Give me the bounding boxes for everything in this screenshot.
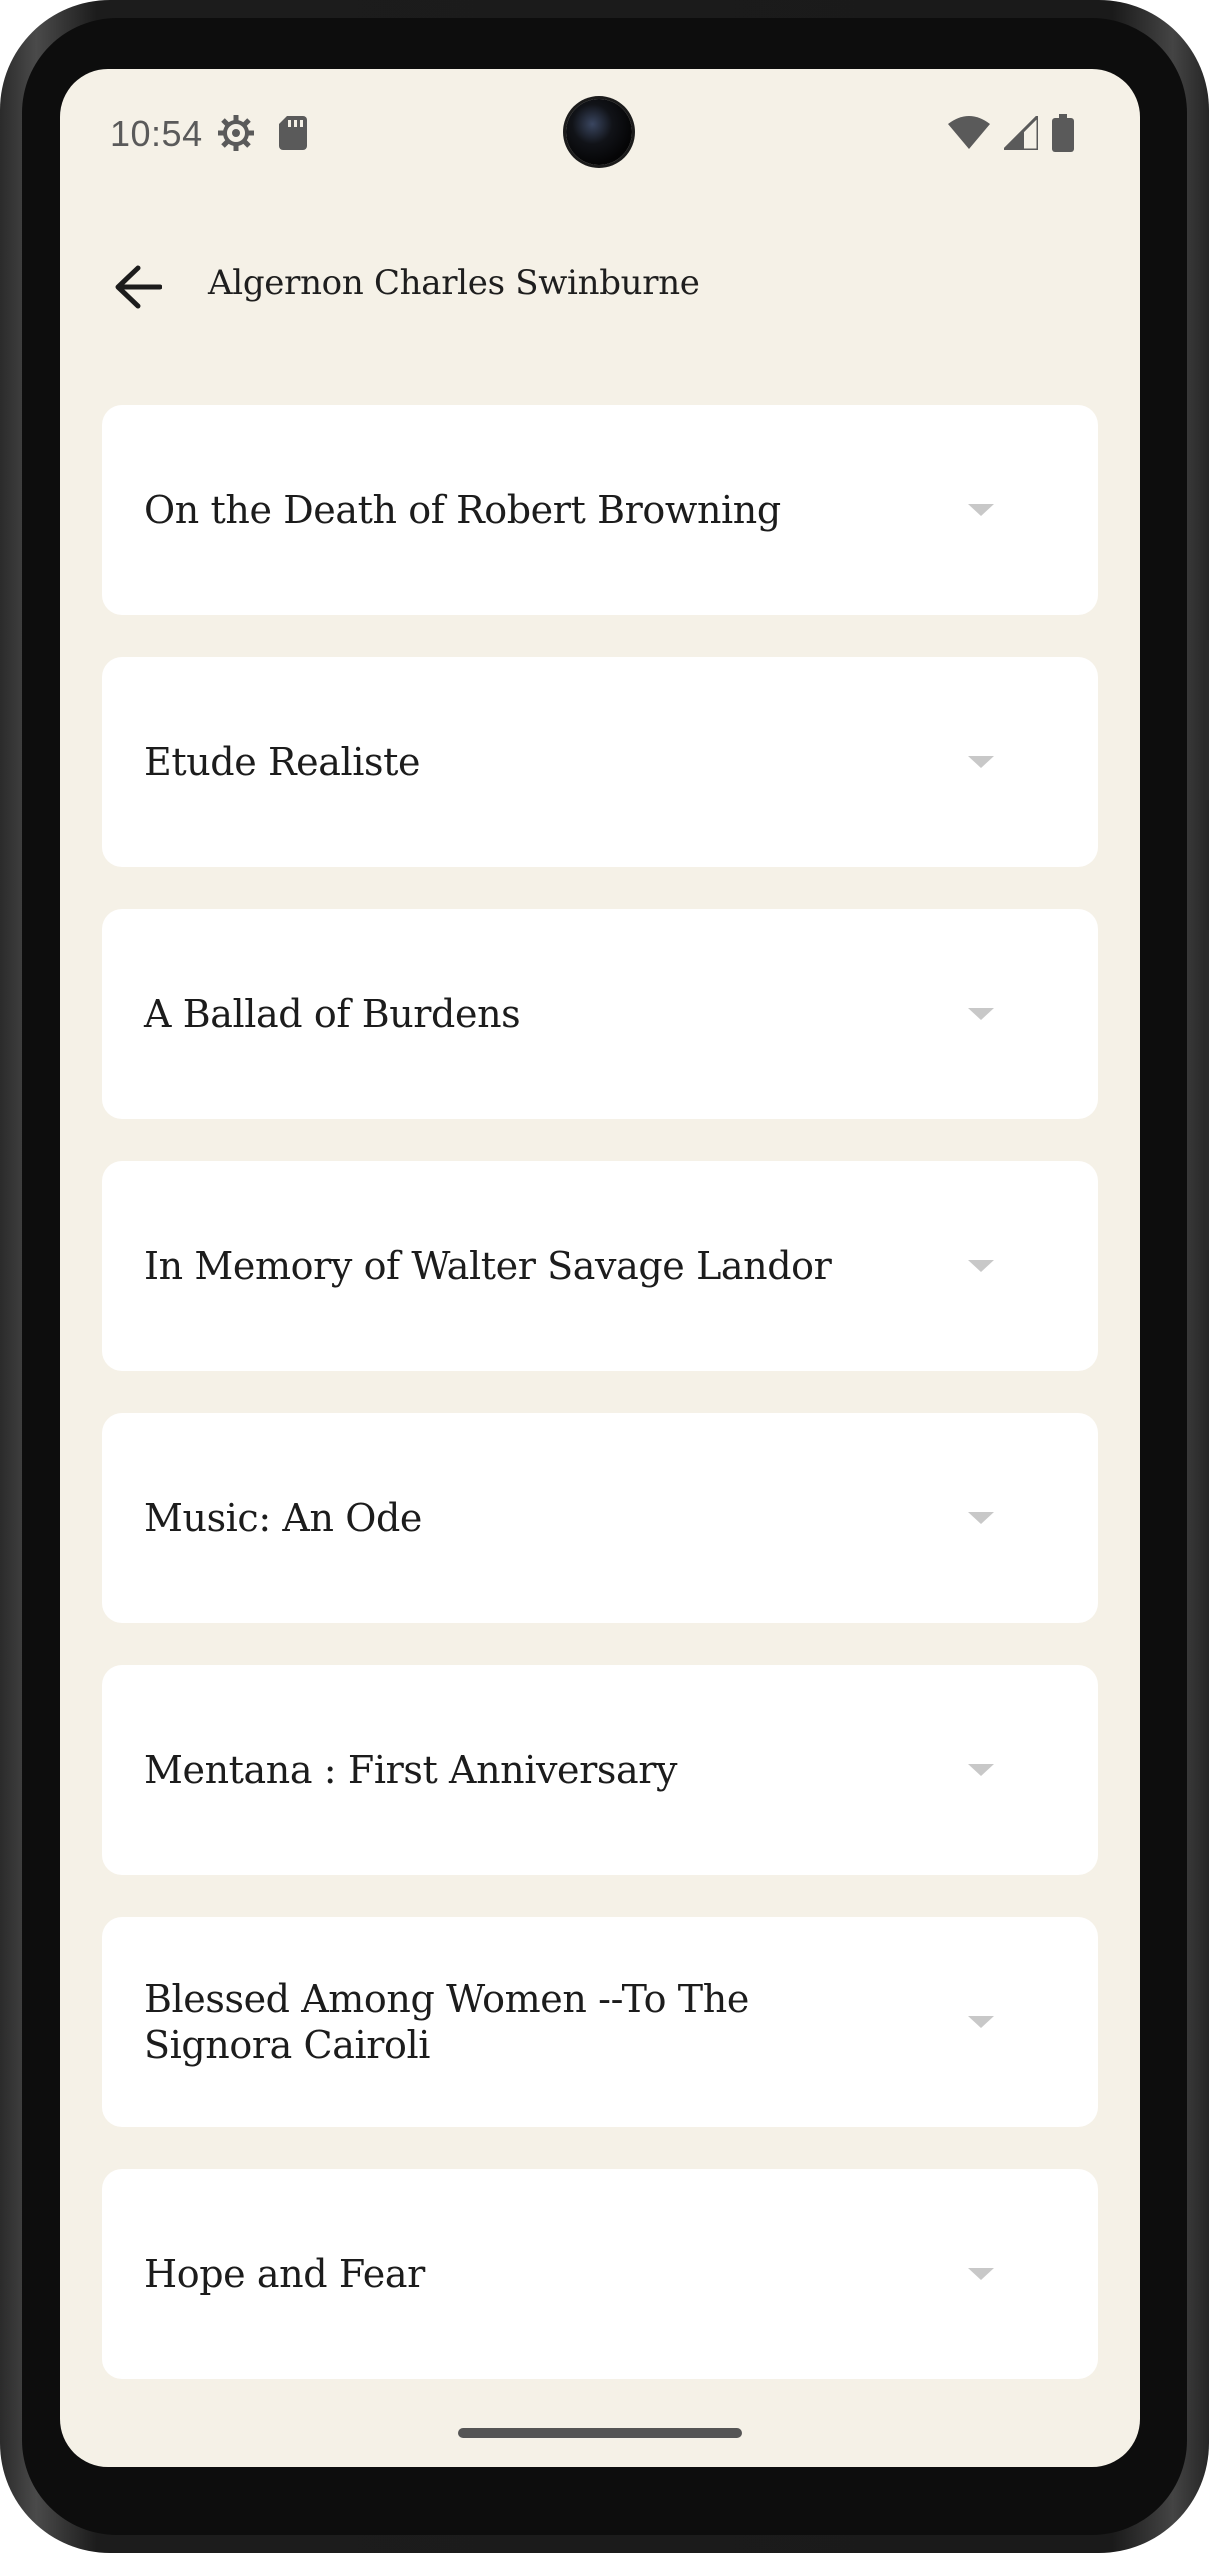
poem-card[interactable]: Mentana : First Anniversary xyxy=(102,1665,1098,1875)
poem-title: A Ballad of Burdens xyxy=(144,992,521,1036)
poem-card[interactable]: In Memory of Walter Savage Landor xyxy=(102,1161,1098,1371)
poem-title: Blessed Among Women --To The Signora Cai… xyxy=(144,1977,749,2067)
poem-title: Hope and Fear xyxy=(144,2252,425,2296)
status-time: 10:54 xyxy=(110,113,203,154)
status-icons-right xyxy=(948,113,1074,153)
cellular-signal-icon xyxy=(1004,116,1038,150)
poem-title: On the Death of Robert Browning xyxy=(144,488,781,532)
sd-card-icon xyxy=(279,116,307,150)
wifi-icon xyxy=(948,116,990,149)
settings-gear-icon xyxy=(218,115,254,151)
home-indicator[interactable] xyxy=(458,2428,742,2438)
front-camera xyxy=(566,99,632,165)
page-title: Algernon Charles Swinburne xyxy=(208,263,700,303)
poem-card[interactable]: Music: An Ode xyxy=(102,1413,1098,1623)
volume-button xyxy=(1203,640,1209,800)
poem-title: Etude Realiste xyxy=(144,740,421,784)
arrow-back-icon xyxy=(115,265,162,309)
poem-list: On the Death of Robert Browning Etude Re… xyxy=(102,405,1098,2421)
battery-icon xyxy=(1052,114,1074,152)
poem-card[interactable]: Blessed Among Women --To The Signora Cai… xyxy=(102,1917,1098,2127)
chevron-down-icon[interactable] xyxy=(968,1260,994,1272)
chevron-down-icon[interactable] xyxy=(968,2016,994,2028)
chevron-down-icon[interactable] xyxy=(968,756,994,768)
chevron-down-icon[interactable] xyxy=(968,504,994,516)
poem-title: Mentana : First Anniversary xyxy=(144,1748,678,1792)
poem-card[interactable]: Hope and Fear xyxy=(102,2169,1098,2379)
chevron-down-icon[interactable] xyxy=(968,1512,994,1524)
app-bar: Algernon Charles Swinburne xyxy=(60,219,1140,359)
power-button xyxy=(1203,930,1209,1250)
poem-title: In Memory of Walter Savage Landor xyxy=(144,1244,832,1288)
back-button[interactable] xyxy=(100,249,176,325)
poem-card[interactable]: On the Death of Robert Browning xyxy=(102,405,1098,615)
screen: 10:54 Algernon Charles Swinburne On the … xyxy=(60,69,1140,2467)
poem-card[interactable]: A Ballad of Burdens xyxy=(102,909,1098,1119)
poem-card[interactable]: Etude Realiste xyxy=(102,657,1098,867)
chevron-down-icon[interactable] xyxy=(968,2268,994,2280)
poem-title: Music: An Ode xyxy=(144,1496,422,1540)
status-bar: 10:54 xyxy=(60,69,1140,199)
chevron-down-icon[interactable] xyxy=(968,1764,994,1776)
device-frame: 10:54 Algernon Charles Swinburne On the … xyxy=(0,0,1209,2553)
chevron-down-icon[interactable] xyxy=(968,1008,994,1020)
